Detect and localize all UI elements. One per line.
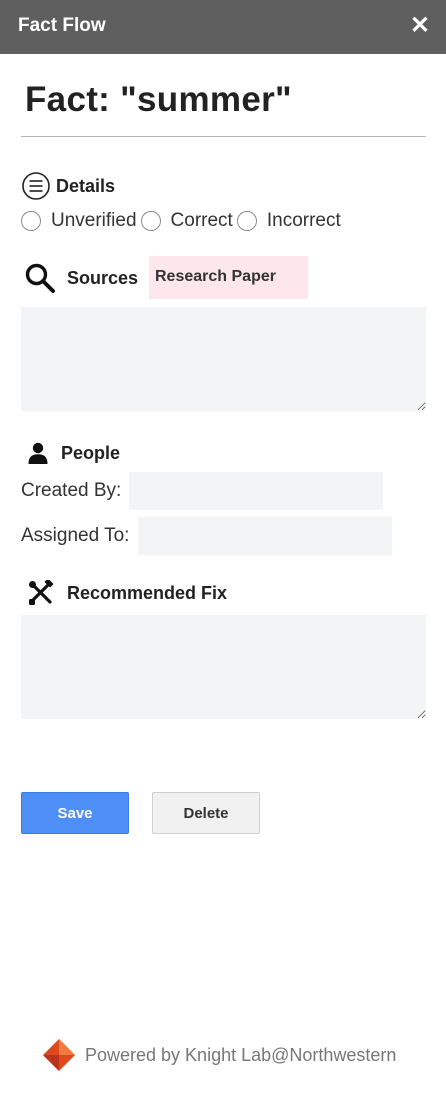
- app-title: Fact Flow: [18, 15, 106, 36]
- recommended-fix-textarea[interactable]: [21, 615, 426, 719]
- verification-radio-group: Unverified Correct Incorrect: [21, 210, 341, 232]
- title-bar: Fact Flow ✕: [0, 0, 446, 54]
- knight-lab-logo: [42, 1038, 76, 1072]
- radio-circle[interactable]: [236, 211, 257, 231]
- people-label: People: [61, 442, 121, 463]
- save-button[interactable]: Save: [21, 792, 129, 834]
- footer-text: Powered by Knight Lab@Northwestern: [85, 1044, 397, 1065]
- radio-circle[interactable]: [140, 211, 161, 231]
- details-label: Details: [56, 175, 116, 196]
- radio-unverified[interactable]: Unverified: [21, 210, 137, 232]
- menu-circle-icon: [21, 171, 51, 201]
- sources-header: Sources: [24, 262, 138, 294]
- footer: Powered by Knight Lab@Northwestern: [42, 1038, 396, 1072]
- people-header: People: [27, 441, 120, 465]
- radio-correct[interactable]: Correct: [140, 210, 233, 232]
- details-header: Details: [21, 171, 115, 201]
- radio-label-correct: Correct: [170, 210, 233, 231]
- recommended-fix-label: Recommended Fix: [67, 582, 228, 603]
- search-icon: [24, 262, 56, 294]
- fact-heading: Fact: "summer": [25, 80, 292, 119]
- created-by-input[interactable]: [129, 472, 383, 510]
- radio-label-unverified: Unverified: [51, 210, 137, 231]
- sources-label: Sources: [67, 267, 139, 288]
- sources-textarea[interactable]: [21, 307, 426, 411]
- radio-label-incorrect: Incorrect: [266, 210, 341, 231]
- created-by-label: Created By:: [21, 480, 122, 501]
- assigned-to-input[interactable]: [138, 517, 392, 555]
- source-type-tag[interactable]: Research Paper: [149, 256, 308, 299]
- radio-incorrect[interactable]: Incorrect: [236, 210, 341, 232]
- delete-button[interactable]: Delete: [152, 792, 260, 834]
- close-icon[interactable]: ✕: [410, 12, 430, 40]
- person-icon: [27, 441, 49, 465]
- tools-icon: [28, 578, 54, 606]
- assigned-to-label: Assigned To:: [21, 525, 130, 546]
- recommended-fix-header: Recommended Fix: [28, 578, 228, 606]
- radio-circle[interactable]: [21, 211, 41, 231]
- divider: [21, 136, 426, 137]
